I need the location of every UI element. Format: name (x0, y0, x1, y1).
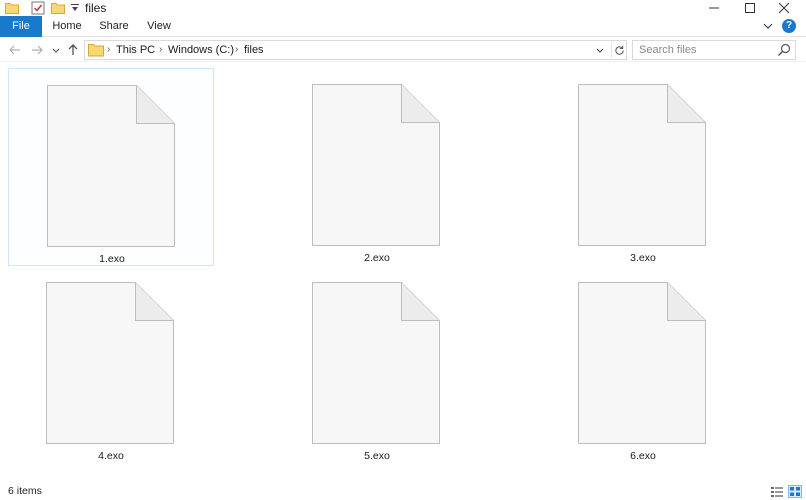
file-item[interactable]: 6.exo (540, 266, 746, 464)
breadcrumb-files[interactable]: files (244, 43, 264, 57)
folder-icon (88, 43, 104, 57)
file-item[interactable]: 5.exo (274, 266, 480, 464)
search-input[interactable] (639, 42, 769, 58)
quick-access-dropdown-icon[interactable] (70, 0, 80, 16)
file-name: 2.exo (364, 252, 390, 264)
close-button[interactable] (762, 0, 806, 16)
file-item[interactable]: 3.exo (540, 68, 746, 266)
blank-document-icon (312, 84, 440, 246)
large-icons-view-icon[interactable] (788, 485, 802, 498)
file-name: 1.exo (99, 253, 125, 265)
new-folder-icon[interactable] (49, 0, 67, 16)
file-view: 1.exo 2.exo 3.exo 4.exo 5.exo 6.exo (0, 63, 806, 483)
search-icon[interactable] (777, 43, 791, 57)
address-bar[interactable]: › This PC › Windows (C:) › files (84, 40, 627, 60)
navigation-bar: › This PC › Windows (C:) › files (0, 38, 806, 62)
tab-view[interactable]: View (140, 16, 178, 37)
breadcrumb-windows-c[interactable]: Windows (C:) (168, 43, 234, 57)
file-name: 6.exo (630, 450, 656, 462)
file-item[interactable]: 2.exo (274, 68, 480, 266)
help-icon[interactable]: ? (782, 19, 796, 33)
recent-locations-chevron-icon[interactable] (50, 41, 62, 59)
breadcrumb-separator-icon[interactable]: › (107, 43, 110, 57)
tab-share[interactable]: Share (94, 16, 134, 37)
blank-document-icon (578, 282, 706, 444)
breadcrumb-separator-icon[interactable]: › (235, 43, 238, 57)
blank-document-icon (312, 282, 440, 444)
file-item[interactable]: 1.exo (8, 68, 214, 266)
title-bar: files (0, 0, 806, 16)
forward-arrow-icon[interactable] (28, 41, 46, 59)
file-item[interactable]: 4.exo (8, 266, 214, 464)
blank-document-icon (46, 282, 174, 444)
expand-ribbon-chevron-icon[interactable] (761, 19, 775, 33)
file-name: 4.exo (98, 450, 124, 462)
tab-home[interactable]: Home (46, 16, 88, 37)
ribbon-tab-bar: File Home Share View ? (0, 16, 806, 37)
folder-icon (3, 0, 21, 16)
address-dropdown-chevron-icon[interactable] (593, 43, 607, 57)
properties-checkmark-icon[interactable] (29, 0, 47, 16)
refresh-icon[interactable] (611, 42, 627, 58)
back-arrow-icon[interactable] (6, 41, 24, 59)
item-count: 6 items (8, 485, 42, 497)
file-name: 5.exo (364, 450, 390, 462)
up-arrow-icon[interactable] (64, 41, 82, 59)
breadcrumb-separator-icon[interactable]: › (159, 43, 162, 57)
blank-document-icon (47, 85, 175, 247)
window-title: files (85, 1, 107, 15)
file-name: 3.exo (630, 252, 656, 264)
breadcrumb-this-pc[interactable]: This PC (116, 43, 155, 57)
blank-document-icon (578, 84, 706, 246)
tab-file[interactable]: File (0, 16, 42, 37)
details-view-icon[interactable] (770, 485, 784, 498)
search-box[interactable] (632, 40, 796, 60)
status-bar: 6 items (0, 483, 806, 500)
